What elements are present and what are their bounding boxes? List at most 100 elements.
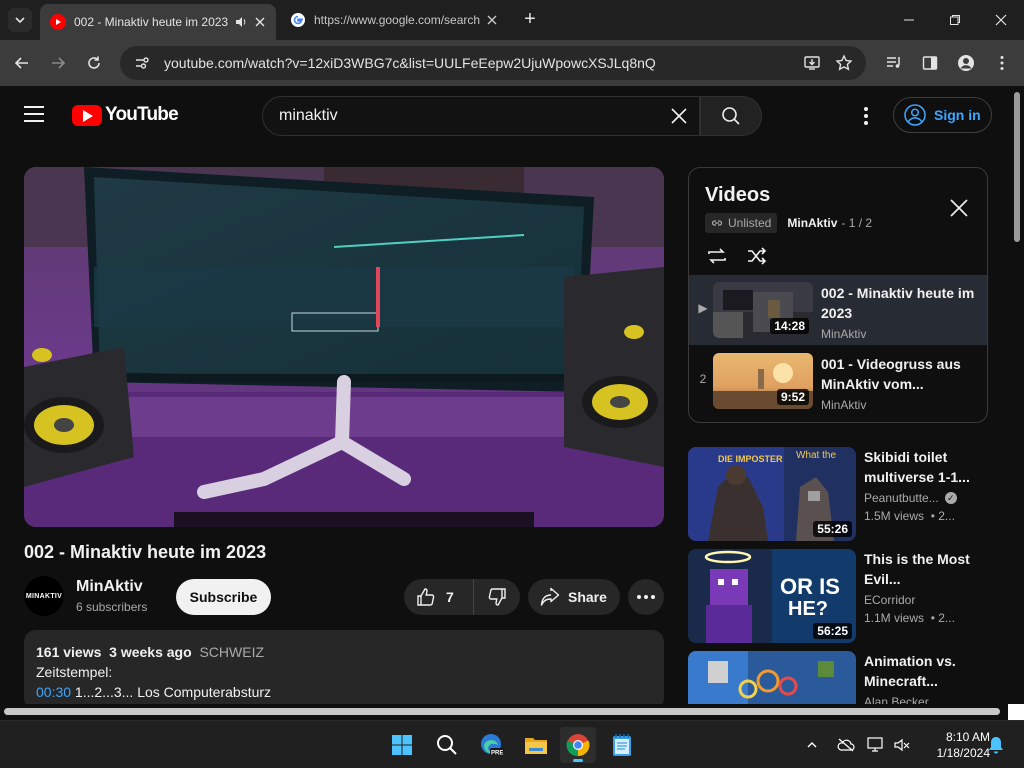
more-actions-button[interactable] xyxy=(628,579,664,615)
site-info-icon[interactable] xyxy=(132,53,152,73)
recommended-meta: 1.1M views • 2... xyxy=(864,611,955,625)
recommended-title: Skibidi toilet multiverse 1-1... xyxy=(864,449,970,485)
forward-button[interactable] xyxy=(45,50,71,76)
recommended-channel-name: Peanutbutte... xyxy=(864,491,939,505)
channel-avatar-text: MINAKTIV xyxy=(25,592,63,600)
close-window-button[interactable] xyxy=(978,0,1024,40)
video-player[interactable] xyxy=(24,167,664,527)
video-frame-image xyxy=(24,167,664,527)
cloud-offline-icon xyxy=(837,738,855,752)
thumbs-down-icon xyxy=(488,588,506,606)
subscribe-button[interactable]: Subscribe xyxy=(176,579,271,615)
search-query: minaktiv xyxy=(279,107,338,124)
loop-icon[interactable] xyxy=(705,244,729,268)
taskbar-clock[interactable]: 8:10 AM 1/18/2024 xyxy=(914,729,990,761)
minimize-button[interactable] xyxy=(886,0,932,40)
shuffle-icon[interactable] xyxy=(745,244,769,268)
windows-taskbar: PRE 8:10 AM 1/18/2024 xyxy=(0,720,1024,768)
thumbnail-text: What the xyxy=(796,450,836,461)
channel-name[interactable]: MinAktiv xyxy=(76,578,143,596)
youtube-wordmark: YouTube xyxy=(105,104,179,125)
upload-age: • 2... xyxy=(930,611,955,625)
location-tag[interactable]: SCHWEIZ xyxy=(199,644,264,660)
bell-icon xyxy=(989,737,1003,754)
share-button[interactable]: Share xyxy=(528,579,620,615)
tab-search-button[interactable] xyxy=(8,8,32,32)
speaker-icon[interactable] xyxy=(234,15,248,29)
channel-avatar[interactable]: MINAKTIV xyxy=(24,576,64,616)
bookmark-button[interactable] xyxy=(832,50,856,76)
more-vert-icon xyxy=(1000,56,1004,70)
chrome-app[interactable] xyxy=(560,727,596,763)
description-box[interactable]: 161 views 3 weeks ago SCHWEIZ Zeitstempe… xyxy=(24,630,664,710)
reload-button[interactable] xyxy=(81,50,107,76)
like-button[interactable]: 7 xyxy=(404,579,474,615)
recommended-channel: Alan Becker xyxy=(864,695,929,704)
network-tray-button[interactable] xyxy=(866,735,886,755)
timestamp-link[interactable]: 00:30 xyxy=(36,684,71,700)
playlist-item[interactable]: ▶ 14:28 002 - Minaktiv heute im 2023 Min… xyxy=(689,275,987,345)
taskbar-search-button[interactable] xyxy=(429,727,465,763)
media-queue-icon xyxy=(887,57,900,68)
cloud-tray-button[interactable] xyxy=(836,735,856,755)
like-count: 7 xyxy=(446,589,454,605)
vertical-scrollbar[interactable] xyxy=(1010,86,1024,706)
start-button[interactable] xyxy=(384,727,420,763)
close-icon[interactable] xyxy=(947,196,971,220)
playlist-meta: Unlisted MinAktiv - 1 / 2 xyxy=(705,213,872,233)
side-panel-button[interactable] xyxy=(918,50,942,76)
clear-search-button[interactable] xyxy=(659,106,699,126)
chrome-menu-button[interactable] xyxy=(990,50,1014,76)
settings-more-button[interactable] xyxy=(856,104,876,128)
timestamp-label: 1...2...3... Los Computerabsturz xyxy=(71,684,272,700)
close-tab-icon[interactable] xyxy=(254,16,266,28)
dislike-button[interactable] xyxy=(474,579,520,615)
tab-youtube[interactable]: 002 - Minaktiv heute im 2023 xyxy=(40,4,276,40)
edge-beta-app[interactable]: PRE xyxy=(474,727,510,763)
playlist-title[interactable]: Videos xyxy=(705,184,770,207)
thumbs-up-icon xyxy=(417,588,435,606)
address-bar[interactable]: youtube.com/watch?v=12xiD3WBG7c&list=UUL… xyxy=(120,46,866,80)
tab-google[interactable]: https://www.google.com/search? xyxy=(280,4,508,36)
playlist-owner[interactable]: MinAktiv xyxy=(787,216,837,230)
back-button[interactable] xyxy=(9,50,35,76)
profile-button[interactable] xyxy=(954,50,978,76)
sign-in-button[interactable]: Sign in xyxy=(893,97,992,133)
profile-icon xyxy=(958,55,974,71)
scrollbar-thumb[interactable] xyxy=(1014,92,1020,242)
notepad-icon xyxy=(613,734,631,756)
notepad-app[interactable] xyxy=(604,727,640,763)
arrow-left-icon xyxy=(14,57,28,69)
menu-icon[interactable] xyxy=(24,106,44,127)
youtube-play-icon xyxy=(72,104,102,126)
volume-tray-button[interactable] xyxy=(892,735,912,755)
restore-button[interactable] xyxy=(932,0,978,40)
notifications-button[interactable] xyxy=(986,735,1006,755)
close-tab-icon[interactable] xyxy=(486,14,498,26)
recommended-channel-name: Alan Becker xyxy=(864,695,929,704)
description-timestamp-line: 00:30 1...2...3... Los Computerabsturz xyxy=(36,682,652,702)
search-input[interactable]: minaktiv xyxy=(262,96,700,136)
video-duration: 55:26 xyxy=(813,521,852,537)
recommended-video[interactable]: Animation vs. Minecraft... Alan Becker xyxy=(688,651,1008,704)
recommended-video[interactable]: OR IS HE? 56:25 This is the Most Evil...… xyxy=(688,549,1008,645)
playlist-item[interactable]: 2 9:52 001 - Videogruss aus MinAktiv vom… xyxy=(689,346,987,416)
close-icon xyxy=(995,14,1007,26)
file-explorer-app[interactable] xyxy=(518,727,554,763)
link-icon xyxy=(711,220,723,226)
playlist-position: - 1 / 2 xyxy=(841,216,873,230)
recommended-video[interactable]: DIE IMPOSTER What the 55:26 Skibidi toil… xyxy=(688,447,1008,543)
youtube-logo[interactable]: YouTube xyxy=(72,104,179,126)
scrollbar-corner xyxy=(1008,704,1024,720)
show-hidden-icons-button[interactable] xyxy=(802,735,822,755)
horizontal-scrollbar[interactable] xyxy=(0,704,1010,718)
playlist-item-channel: MinAktiv xyxy=(821,398,867,412)
share-label: Share xyxy=(568,589,607,605)
new-tab-button[interactable]: + xyxy=(518,9,542,30)
media-controls-button[interactable] xyxy=(882,50,906,76)
install-app-button[interactable] xyxy=(800,50,824,76)
scrollbar-thumb[interactable] xyxy=(4,708,1000,715)
playlist-panel: Videos Unlisted MinAktiv - 1 / 2 ▶ 14:28… xyxy=(688,167,988,423)
search-button[interactable] xyxy=(700,96,762,136)
like-dislike-group: 7 xyxy=(404,579,520,615)
